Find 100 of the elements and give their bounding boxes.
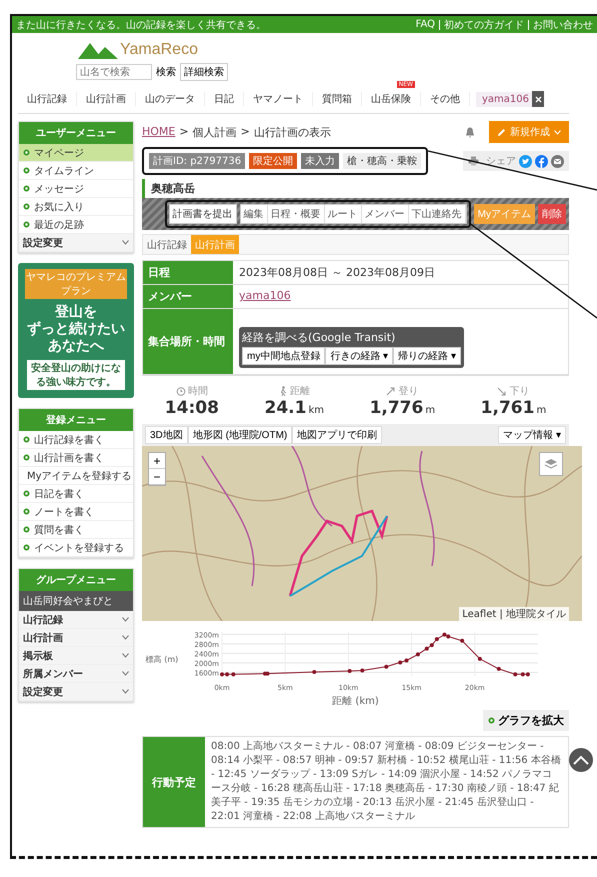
member-link[interactable]: yama106: [239, 289, 291, 302]
stat-value: 14:08: [164, 398, 219, 418]
chevron-down-icon: [122, 671, 129, 676]
x-axis-label: 距離 (km): [331, 695, 380, 708]
stat-value: 1,761: [480, 398, 534, 418]
mountain-logo-icon: [78, 41, 118, 59]
bell-icon: [465, 126, 475, 138]
action-button[interactable]: 下山連絡先: [408, 205, 466, 223]
menu-item[interactable]: ノートを書く: [19, 503, 133, 521]
bullet-icon: [23, 185, 30, 192]
data-point: [398, 660, 402, 664]
menu-item[interactable]: お気に入り: [19, 198, 133, 216]
tag-label: 槍・穂高・乗鞍: [343, 153, 422, 169]
menu-title: 登録メニュー: [19, 409, 133, 431]
tab[interactable]: 山行記録: [143, 235, 191, 254]
nav-item[interactable]: 山のデータ: [136, 92, 205, 106]
data-point: [496, 666, 501, 671]
action-button[interactable]: 計画書を提出: [168, 204, 237, 224]
breadcrumb-text: >: [240, 124, 250, 140]
menu-item[interactable]: 設定変更: [19, 234, 133, 252]
stat-value: 1,776: [370, 398, 424, 418]
menu-item[interactable]: マイページ: [19, 144, 133, 162]
menu-item[interactable]: 山行計画: [19, 629, 133, 647]
breadcrumb-link[interactable]: HOME: [142, 124, 176, 140]
mail-icon: [551, 154, 564, 168]
data-point: [416, 652, 420, 656]
data-point: [434, 637, 439, 642]
expand-graph-button[interactable]: グラフを拡大: [483, 710, 569, 731]
transit-title: 経路を調べる(Google Transit): [242, 330, 396, 345]
menu-item[interactable]: 設定変更: [19, 683, 133, 701]
share-label: シェア: [486, 155, 516, 168]
premium-banner[interactable]: ヤマレコのプレミアムプラン 登山を ずっと続けたい あなたへ 安全登山の助けになる強い味方です。: [18, 263, 134, 398]
nav-item[interactable]: 山行記録: [18, 92, 77, 106]
row-label: メンバー: [143, 285, 233, 308]
map-button[interactable]: 地図アプリで印刷: [292, 426, 382, 444]
delete-button[interactable]: 削除: [538, 204, 566, 224]
nav-item[interactable]: 山行計画: [77, 92, 136, 106]
data-point: [513, 672, 518, 676]
stat-value: 24.1: [264, 398, 306, 418]
route-button[interactable]: 行きの経路 ▾: [325, 347, 394, 365]
stat-unit: m: [425, 405, 436, 416]
search-button[interactable]: 検索: [156, 65, 176, 79]
nav-item[interactable]: 質問箱: [313, 92, 362, 106]
map-info-button[interactable]: マップ情報 ▾: [498, 426, 566, 444]
menu-item[interactable]: 掲示板: [19, 647, 133, 665]
layers-button[interactable]: [539, 452, 563, 476]
bullet-icon: [23, 508, 30, 515]
nav-item[interactable]: ヤマノート: [244, 92, 313, 106]
map-button[interactable]: 3D地図: [145, 426, 188, 444]
menu-item[interactable]: 質問を書く: [19, 521, 133, 539]
data-point: [384, 664, 388, 669]
page-top-button[interactable]: [569, 748, 593, 772]
bullet-icon: [23, 526, 30, 533]
chevron-down-icon: [122, 653, 129, 658]
banner-ribbon: ヤマレコのプレミアムプラン: [25, 269, 127, 299]
route-button[interactable]: my中間地点登録: [242, 347, 326, 365]
map-button[interactable]: 地形図 (地理院/OTM): [188, 426, 292, 444]
menu-item[interactable]: 所属メンバー: [19, 665, 133, 683]
header-link[interactable]: 初めての方ガイド: [444, 18, 524, 32]
breadcrumb-text: 個人計画: [192, 124, 237, 140]
row-value: 2023年08月08日 ～ 2023年08月09日: [239, 266, 435, 279]
close-icon: [534, 96, 542, 102]
stat-unit: km: [308, 405, 324, 416]
menu-item[interactable]: Myアイテムを登録する: [19, 467, 133, 485]
chevron-down-icon: [122, 240, 129, 245]
header-link[interactable]: お問い合わせ: [533, 18, 593, 32]
down-arrow-icon: [497, 386, 508, 396]
menu-item[interactable]: 日記を書く: [19, 485, 133, 503]
schedule-text: 08:00 上高地バスターミナル - 08:07 河童橋 - 08:09 ビジターセンター - 08:14 小梨平 - 08:57 明神 - 09:57 新村橋 - 10:52 横尾山荘 - 11:56 本谷橋 - 12:45 ソーダラップ - 13:09 Sガレ - 14:09 涸沢小屋 - 14:52 パノラマコース分岐 - 16:28 穂高岳山荘 - 17:18 奥穂高岳 - 17:30 南稜ノ頭 - 18:47 紀美子平 - 19:35 岳モシカの立場 - 20:13 岳沢小屋 - 21:45 岳沢登山口 - 22:01 河童橋 - 22:08 上高地バスターミナル: [210, 740, 562, 824]
nav-item[interactable]: 日記: [205, 92, 244, 106]
action-button[interactable]: 編集: [240, 205, 268, 223]
chevron-down-icon: [122, 689, 129, 694]
header-link[interactable]: FAQ: [416, 19, 435, 30]
logout-button[interactable]: [532, 91, 544, 107]
nav-item[interactable]: 山岳保険: [362, 92, 421, 106]
stat-label: 下り: [509, 385, 530, 398]
search-button[interactable]: 詳細検索: [180, 63, 228, 81]
pencil-icon: [497, 128, 506, 136]
menu-item[interactable]: 山行記録: [19, 611, 133, 629]
bullet-icon: [23, 436, 30, 443]
route-button[interactable]: 帰りの経路 ▾: [393, 347, 461, 365]
data-point: [360, 668, 364, 673]
group-name: 山岳同好会やまびと: [19, 591, 133, 611]
breadcrumb-text: >: [179, 124, 189, 140]
menu-item[interactable]: 山行記録を書く: [19, 431, 133, 449]
walker-icon: [278, 386, 288, 396]
menu-item[interactable]: タイムライン: [19, 162, 133, 180]
action-button[interactable]: ルート: [324, 205, 362, 223]
data-point: [231, 672, 236, 676]
stat-unit: m: [536, 405, 546, 416]
up-arrow-icon: [386, 386, 396, 396]
user-name[interactable]: yama106: [476, 92, 532, 106]
nav-item[interactable]: その他: [421, 92, 470, 106]
search-field[interactable]: 山名で検索: [76, 64, 152, 80]
menu-item[interactable]: イベントを登録する: [19, 539, 133, 557]
menu-item[interactable]: メッセージ: [19, 180, 133, 198]
menu-item[interactable]: 山行計画を書く: [19, 449, 133, 467]
stat-label: 距離: [290, 385, 310, 398]
bullet-icon: [23, 203, 30, 210]
bullet-icon: [23, 454, 30, 461]
